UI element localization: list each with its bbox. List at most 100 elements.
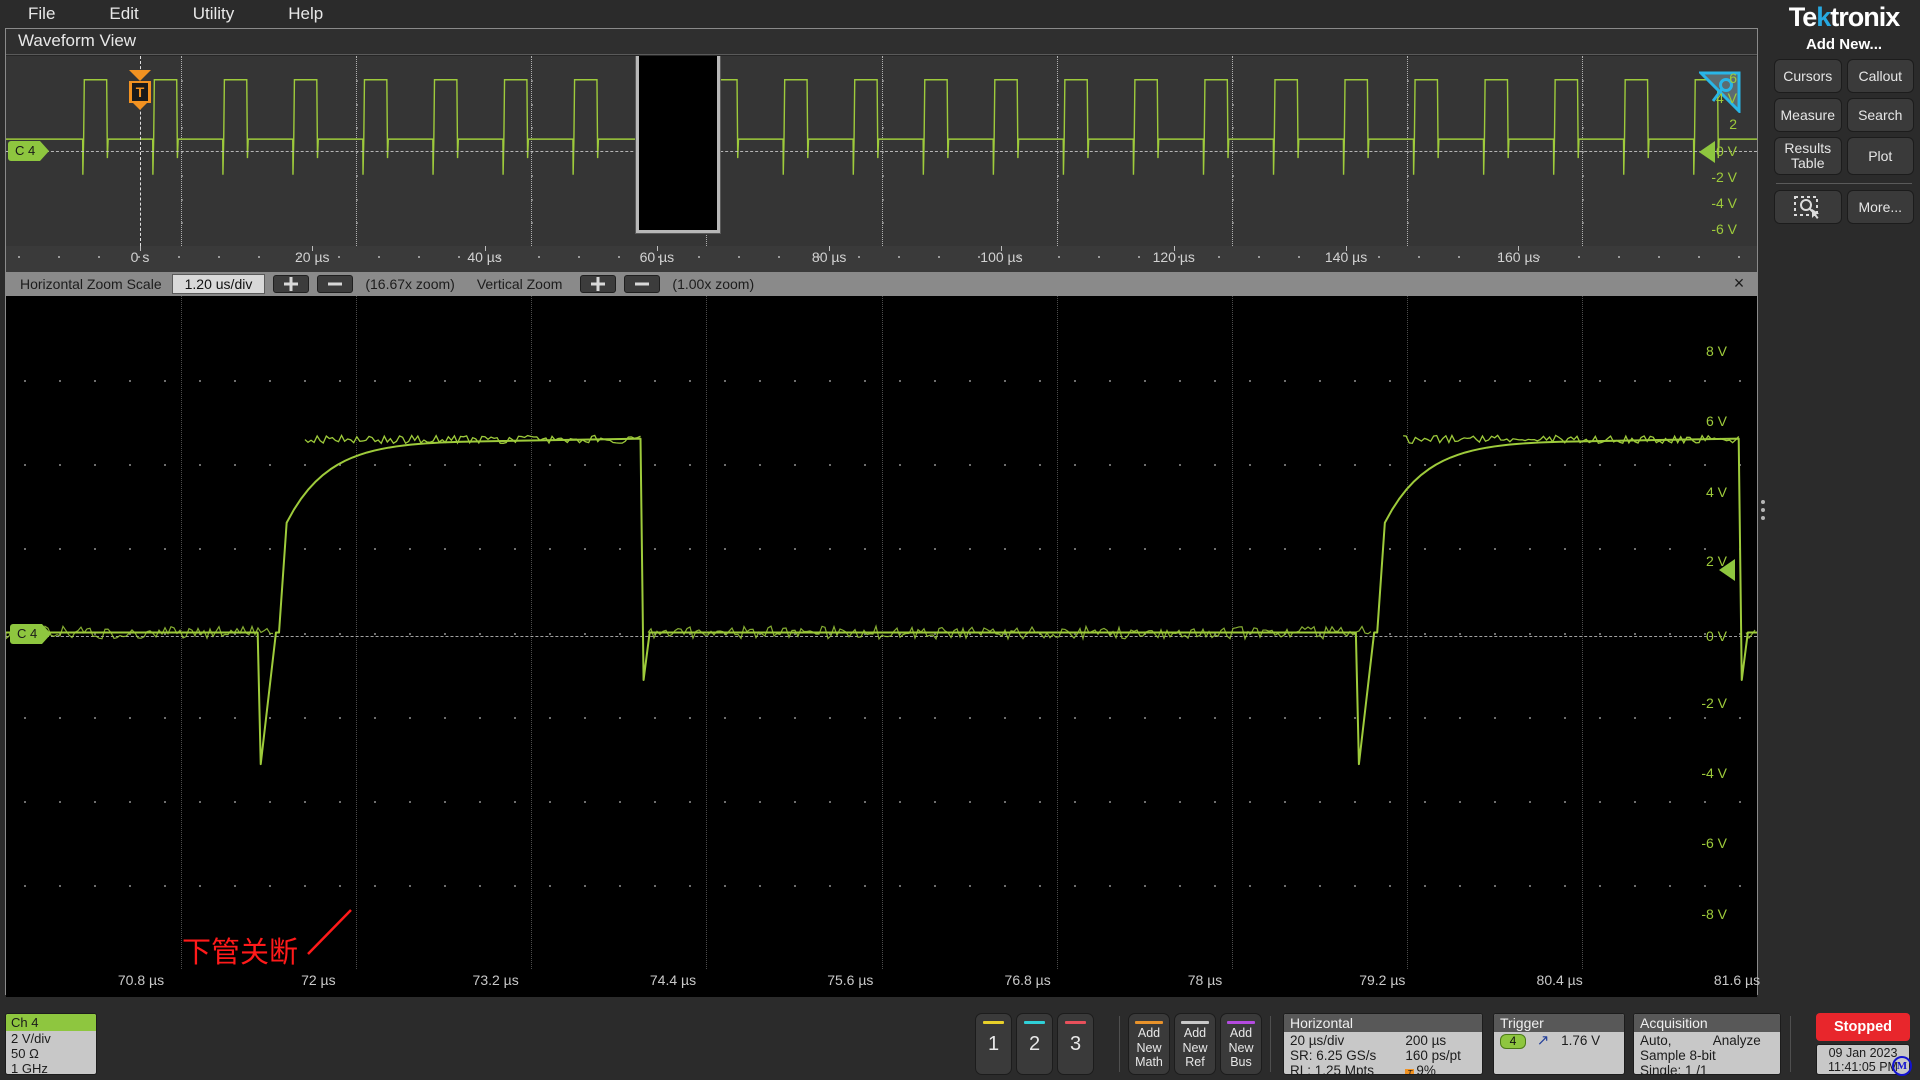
channel-buttons-group: 1 2 3 [975, 1013, 1094, 1075]
add-search-button[interactable]: Search [1847, 98, 1915, 132]
menu-item-edit[interactable]: Edit [93, 2, 154, 26]
ov-volt-tick-2: 2 [1729, 116, 1737, 132]
horizontal-zoom-in-button[interactable] [273, 275, 309, 293]
m-volt-tick-n6: -6 V [1701, 835, 1727, 851]
add-cursors-button[interactable]: Cursors [1774, 59, 1842, 93]
trigger-source-badge[interactable]: 4 [1500, 1034, 1526, 1049]
trigger-position-marker[interactable]: T [129, 70, 151, 110]
zoom-area-icon [1793, 195, 1823, 219]
horizontal-record-length: RL: 1.25 Mpts [1290, 1063, 1391, 1075]
m-volt-tick-8: 8 V [1706, 343, 1727, 359]
vertical-zoom-factor: (1.00x zoom) [672, 276, 754, 292]
acquisition-analyze: Analyze [1713, 1033, 1774, 1048]
horizontal-zoom-out-button[interactable] [317, 275, 353, 293]
ov-volt-tick-n2: -2 V [1711, 169, 1737, 185]
ov-time-tick-2: 40 µs [467, 249, 502, 265]
add-new-ref-label: Add New Ref [1182, 1026, 1207, 1069]
trigger-panel-body: 4 ↗ 1.76 V [1494, 1032, 1624, 1049]
trigger-level: 1.76 V [1561, 1033, 1600, 1048]
ov-volt-tick-n6: -6 V [1711, 221, 1737, 237]
menu-bar: File Edit Utility Help [0, 0, 1768, 28]
channel-1-label: 1 [988, 1033, 999, 1056]
zoomed-channel-badge[interactable]: C 4 [10, 624, 42, 644]
rising-edge-icon: ↗ [1537, 1032, 1550, 1049]
acquisition-sample: Sample 8-bit [1640, 1048, 1774, 1063]
horizontal-zoom-scale-label: Horizontal Zoom Scale [20, 276, 162, 292]
ov-volt-tick-0: 0 V [1716, 143, 1737, 159]
add-new-bus-label: Add New Bus [1228, 1026, 1253, 1069]
ov-volt-tick-6: 6 [1729, 70, 1737, 86]
watermark-badge: M [1892, 1056, 1912, 1076]
close-zoom-button[interactable]: × [1729, 274, 1749, 294]
right-sidebar: Tektronix Add New... Cursors Callout Mea… [1768, 0, 1920, 1008]
menu-item-file[interactable]: File [12, 2, 71, 26]
m-time-tick-6: 78 µs [1188, 972, 1223, 988]
vertical-zoom-label: Vertical Zoom [477, 276, 563, 292]
trigger-panel-title: Trigger [1494, 1014, 1624, 1032]
horizontal-sample-rate: SR: 6.25 GS/s [1290, 1048, 1391, 1063]
overview-channel-badge[interactable]: C 4 [8, 141, 40, 161]
add-new-button-grid: Cursors Callout Measure Search Results T… [1768, 59, 1920, 175]
channel-3-color-bar [1065, 1021, 1086, 1024]
vertical-zoom-in-button[interactable] [580, 275, 616, 293]
horizontal-zoom-scale-value[interactable]: 1.20 us/div [172, 274, 266, 294]
horizontal-panel-title: Horizontal [1284, 1014, 1482, 1032]
zoomed-waveform-plot[interactable]: 下管关断 C 4 [6, 296, 1757, 969]
overview-zoom-box[interactable] [636, 56, 720, 233]
overview-zero-line [6, 151, 1757, 152]
m-volt-tick-n4: -4 V [1701, 765, 1727, 781]
add-callout-button[interactable]: Callout [1847, 59, 1915, 93]
channel-3-label: 3 [1070, 1033, 1081, 1056]
zoomed-level-arrow[interactable] [1719, 559, 1735, 581]
m-time-tick-3: 74.4 µs [650, 972, 696, 988]
ov-time-tick-3: 60 µs [640, 249, 675, 265]
trigger-panel[interactable]: Trigger 4 ↗ 1.76 V [1493, 1013, 1625, 1075]
horizontal-panel[interactable]: Horizontal 20 µs/div 200 µs SR: 6.25 GS/… [1283, 1013, 1483, 1075]
waveform-view-panel: Waveform View C 4 T 6 4 V 2 0 V -2 V -4 … [5, 28, 1758, 995]
trigger-nub-icon [133, 103, 147, 110]
overview-voltage-axis: 6 4 V 2 0 V -2 V -4 V -6 V -8 V [1711, 56, 1757, 246]
channel-3-button[interactable]: 3 [1057, 1013, 1094, 1075]
zoomed-voltage-axis: 8 V 6 V 4 V 2 V 0 V -2 V -4 V -6 V -8 V [1693, 296, 1753, 969]
ov-volt-tick-4: 4 V [1716, 90, 1737, 106]
overview-time-axis: 0 s 20 µs 40 µs 60 µs 80 µs 100 µs 120 µs 140 µ… [6, 246, 1757, 272]
horizontal-resolution: 160 ps/pt [1405, 1048, 1476, 1063]
add-new-math-button[interactable]: Add New Math [1128, 1013, 1170, 1075]
trigger-triangle-icon [129, 70, 151, 81]
menu-item-utility[interactable]: Utility [177, 2, 251, 26]
zoom-control-bar: Horizontal Zoom Scale 1.20 us/div (16.67… [6, 272, 1757, 296]
trigger-pos-icon: T [1405, 1069, 1414, 1075]
m-volt-tick-0: 0 V [1706, 628, 1727, 644]
channel-2-color-bar [1024, 1021, 1045, 1024]
vertical-zoom-out-button[interactable] [624, 275, 660, 293]
run-stop-status-button[interactable]: Stopped [1816, 1013, 1910, 1041]
bottom-separator-1 [1119, 1016, 1120, 1072]
add-measure-button[interactable]: Measure [1774, 98, 1842, 132]
oscilloscope-screen: File Edit Utility Help Waveform View C 4 [0, 0, 1920, 1080]
channel-4-settings-panel[interactable]: Ch 4 2 V/div 50 Ω 1 GHz [5, 1013, 97, 1075]
channel-4-scale: 2 V/div [6, 1031, 96, 1046]
m-volt-tick-n8: -8 V [1701, 906, 1727, 922]
channel-2-button[interactable]: 2 [1016, 1013, 1053, 1075]
annotation-pointer-line [306, 906, 366, 966]
add-new-bus-button[interactable]: Add New Bus [1220, 1013, 1262, 1075]
menu-item-help[interactable]: Help [272, 2, 339, 26]
waveform-view-title: Waveform View [6, 29, 1757, 55]
overview-plot[interactable]: C 4 [6, 56, 1757, 246]
add-plot-button[interactable]: Plot [1847, 137, 1915, 175]
m-time-tick-7: 79.2 µs [1359, 972, 1405, 988]
acquisition-panel-title: Acquisition [1634, 1014, 1780, 1032]
m-time-tick-0: 70.8 µs [118, 972, 164, 988]
acquisition-panel[interactable]: Acquisition Auto, Analyze Sample 8-bit S… [1633, 1013, 1781, 1075]
more-button[interactable]: More... [1847, 190, 1915, 224]
add-new-title: Add New... [1768, 36, 1920, 53]
acquisition-single: Single: 1 /1 [1640, 1063, 1774, 1075]
bottom-status-bar: Ch 4 2 V/div 50 Ω 1 GHz 1 2 3 Add New Ma… [0, 1008, 1920, 1080]
channel-1-button[interactable]: 1 [975, 1013, 1012, 1075]
ov-time-tick-0: 0 s [131, 249, 150, 265]
m-volt-tick-6: 6 V [1706, 413, 1727, 429]
ref-color-bar [1181, 1021, 1209, 1024]
add-new-ref-button[interactable]: Add New Ref [1174, 1013, 1216, 1075]
zoom-area-button[interactable] [1774, 190, 1842, 224]
add-results-table-button[interactable]: Results Table [1774, 137, 1842, 175]
